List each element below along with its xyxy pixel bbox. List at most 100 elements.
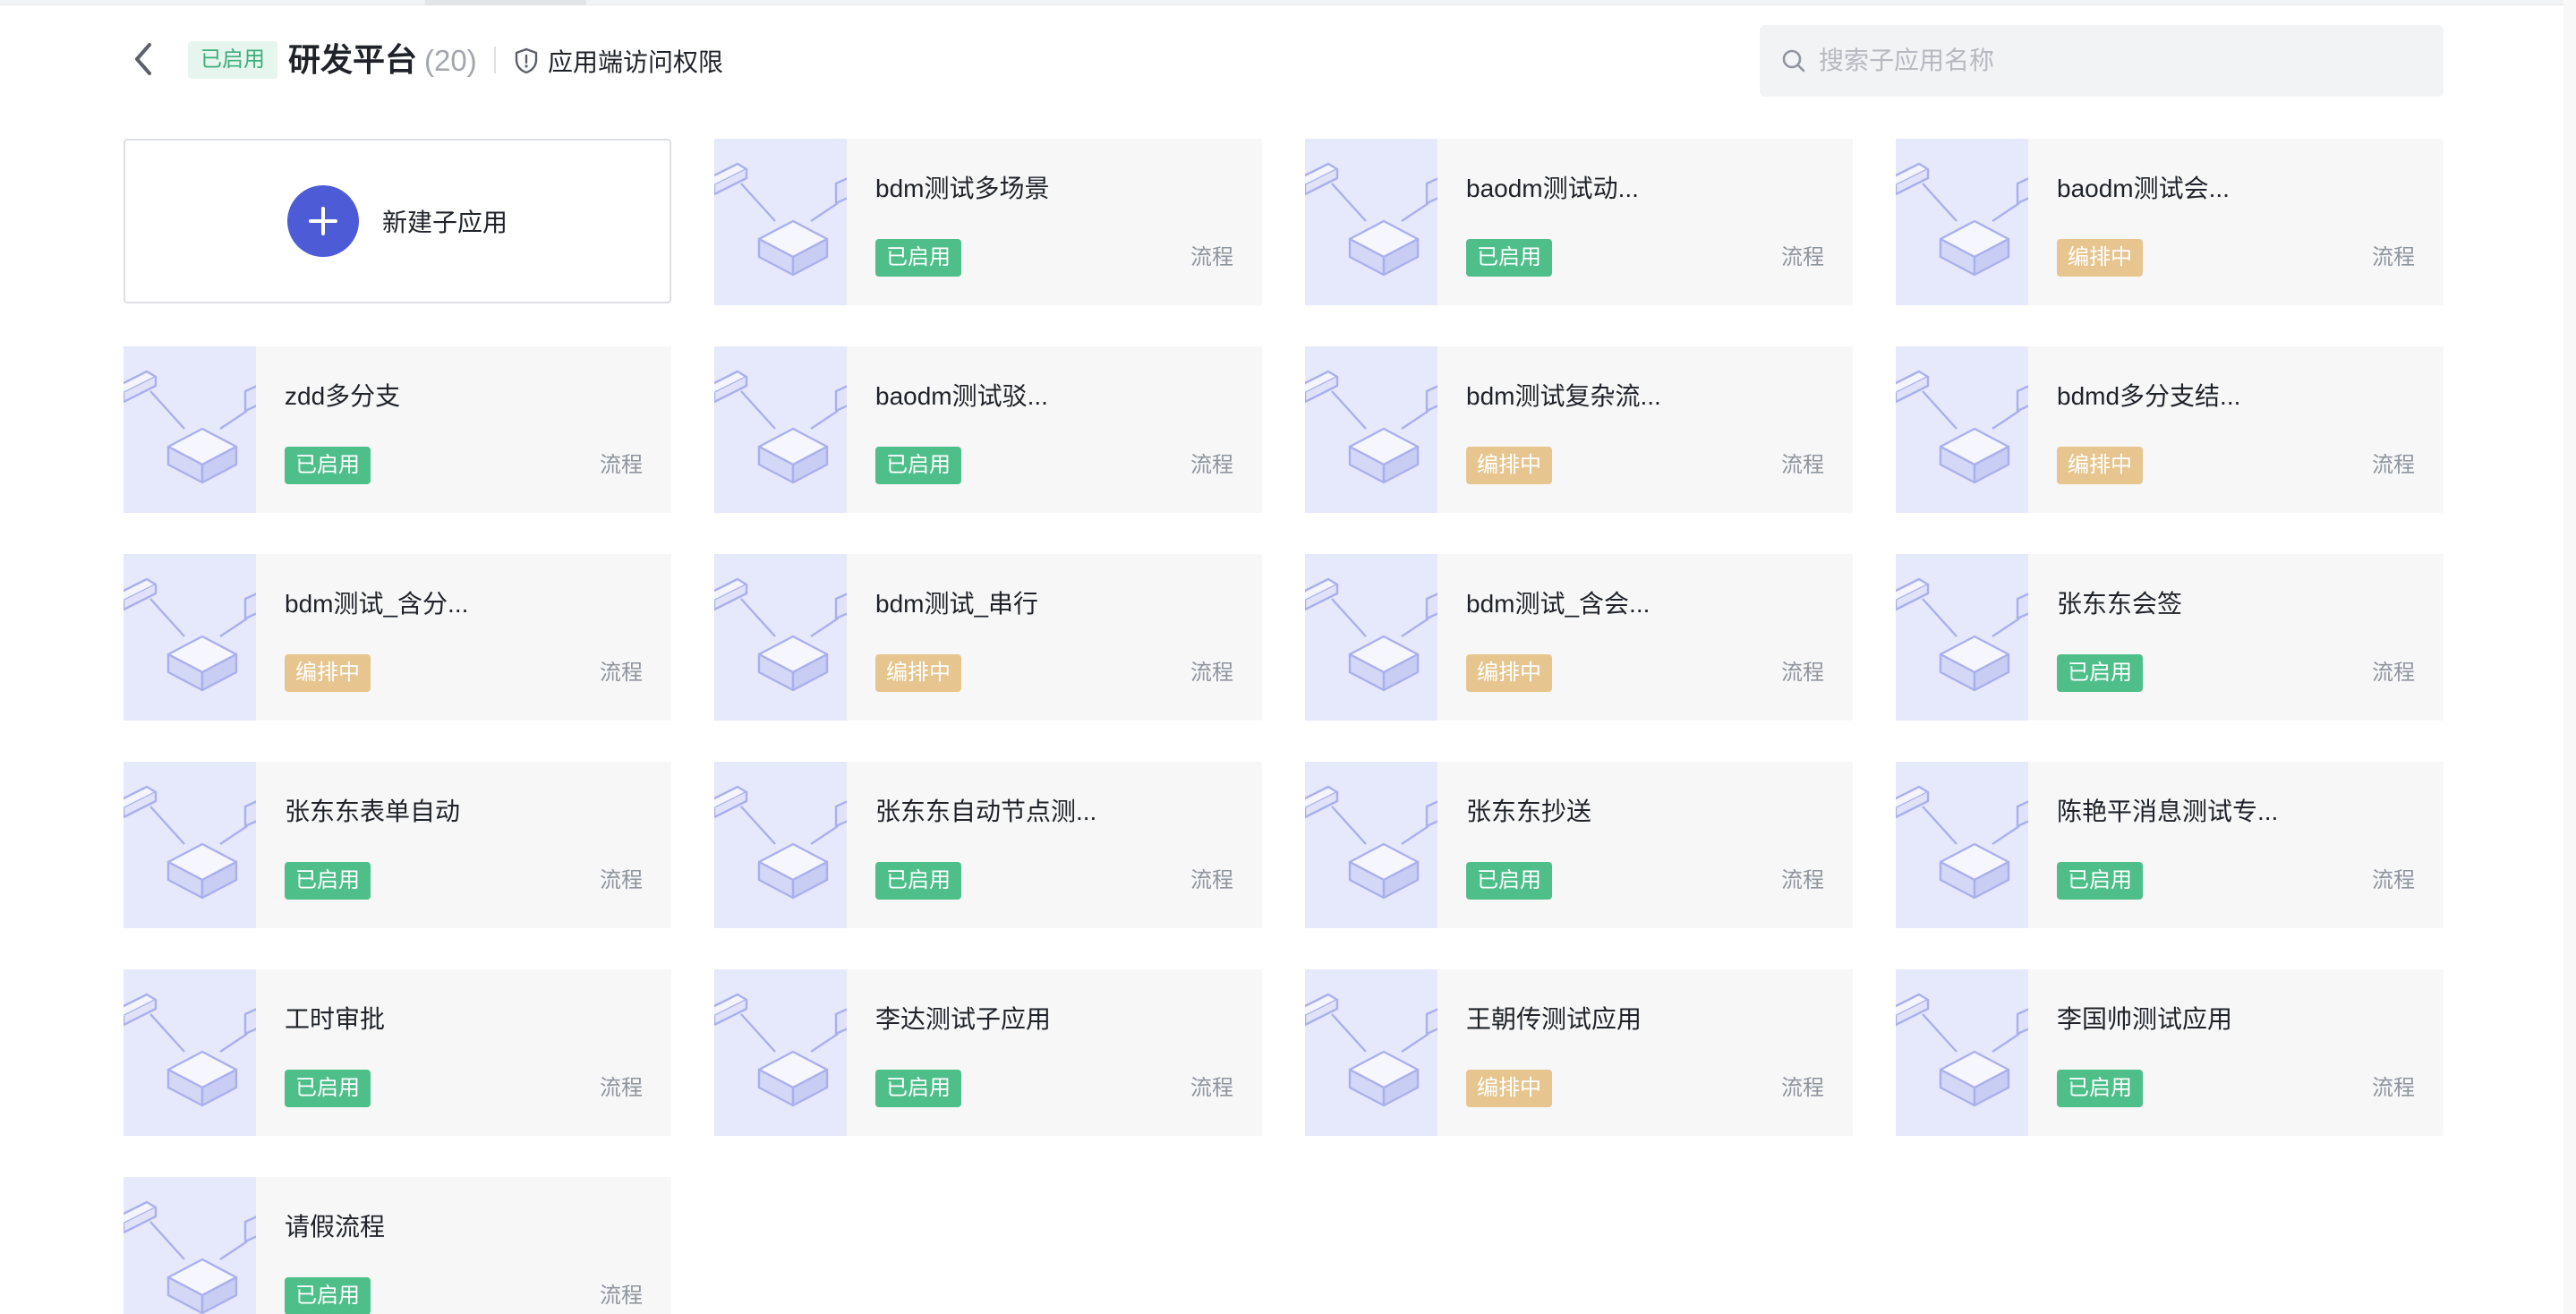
- flow-cube-icon: [714, 346, 847, 513]
- sub-app-card[interactable]: bdm测试多场景 已启用 流程: [714, 139, 1262, 305]
- sub-app-card[interactable]: 李国帅测试应用 已启用 流程: [1896, 969, 2444, 1136]
- sub-app-card[interactable]: 王朝传测试应用 编排中 流程: [1305, 969, 1853, 1136]
- sub-app-name: 张东东抄送: [1466, 798, 1592, 825]
- sub-app-name: bdm测试多场景: [875, 175, 1050, 202]
- sub-app-name: bdm测试_含分...: [285, 590, 469, 618]
- page-title: 研发平台 (20): [288, 34, 477, 87]
- chevron-left-icon: [135, 43, 151, 75]
- sub-app-card[interactable]: baodm测试驳... 已启用 流程: [714, 346, 1262, 513]
- flow-cube-icon: [1305, 762, 1437, 928]
- flow-cube-icon: [714, 762, 847, 928]
- sub-app-type: 流程: [1190, 1076, 1233, 1100]
- sub-app-card[interactable]: 请假流程 已启用 流程: [124, 1177, 671, 1314]
- sub-app-type: 流程: [1190, 453, 1233, 477]
- page-scrollbar[interactable]: [2563, 0, 2576, 1314]
- shield-icon: [515, 47, 538, 74]
- sub-app-name: zdd多分支: [285, 382, 401, 410]
- sub-app-card[interactable]: zdd多分支 已启用 流程: [124, 346, 671, 513]
- sub-app-status-badge: 已启用: [2057, 1070, 2143, 1107]
- sub-app-card[interactable]: 张东东抄送 已启用 流程: [1305, 762, 1853, 928]
- sub-app-status-badge: 已启用: [285, 1070, 371, 1107]
- sub-app-card[interactable]: baodm测试动... 已启用 流程: [1305, 139, 1853, 305]
- sub-app-card[interactable]: bdmd多分支结... 编排中 流程: [1896, 346, 2444, 513]
- flow-cube-icon: [1896, 139, 2028, 305]
- sub-app-type: 流程: [600, 868, 643, 892]
- flow-cube-icon: [1305, 554, 1437, 721]
- flow-cube-icon: [714, 554, 847, 721]
- search-box[interactable]: [1760, 25, 2444, 97]
- sub-app-name: 张东东会签: [2057, 590, 2183, 618]
- sub-app-type: 流程: [600, 1284, 643, 1308]
- sub-app-type: 流程: [2372, 245, 2415, 269]
- sub-app-card[interactable]: 工时审批 已启用 流程: [124, 969, 671, 1136]
- flow-cube-icon: [1896, 554, 2028, 721]
- sub-app-name: 李达测试子应用: [875, 1005, 1052, 1033]
- flow-cube-icon: [124, 1177, 256, 1314]
- sub-app-status-badge: 已启用: [875, 1070, 961, 1107]
- sub-app-status-badge: 已启用: [2057, 862, 2143, 900]
- sub-app-count: (20): [424, 44, 477, 77]
- sub-app-type: 流程: [2372, 453, 2415, 477]
- access-permission-link[interactable]: 应用端访问权限: [514, 36, 723, 86]
- platform-status-badge: 已启用: [188, 41, 277, 79]
- sub-app-type: 流程: [1781, 661, 1824, 685]
- sub-app-name: bdmd多分支结...: [2057, 382, 2241, 410]
- sub-app-card[interactable]: bdm测试_含分... 编排中 流程: [124, 554, 671, 721]
- sub-app-type: 流程: [600, 453, 643, 477]
- sub-app-card[interactable]: 李达测试子应用 已启用 流程: [714, 969, 1262, 1136]
- access-permission-label: 应用端访问权限: [548, 48, 724, 76]
- sub-app-card[interactable]: bdm测试复杂流... 编排中 流程: [1305, 346, 1853, 513]
- sub-app-name: 请假流程: [285, 1213, 386, 1241]
- sub-app-card[interactable]: bdm测试_串行 编排中 流程: [714, 554, 1262, 721]
- sub-app-type: 流程: [2372, 1076, 2415, 1100]
- flow-cube-icon: [714, 969, 847, 1136]
- search-input[interactable]: [1819, 47, 2392, 75]
- sub-app-status-badge: 编排中: [1466, 1070, 1552, 1107]
- flow-cube-icon: [1896, 969, 2028, 1136]
- sub-app-name: 张东东表单自动: [285, 798, 461, 825]
- sub-app-type: 流程: [2372, 661, 2415, 685]
- sub-app-status-badge: 已启用: [285, 447, 371, 484]
- page-title-text: 研发平台: [288, 41, 418, 78]
- sub-app-status-badge: 已启用: [285, 1277, 371, 1314]
- new-sub-app-button[interactable]: 新建子应用: [124, 139, 671, 303]
- sub-app-name: 李国帅测试应用: [2057, 1005, 2233, 1033]
- sub-app-card[interactable]: bdm测试_含会... 编排中 流程: [1305, 554, 1853, 721]
- plus-icon: [286, 185, 359, 257]
- sub-app-status-badge: 编排中: [875, 654, 961, 692]
- flow-cube-icon: [1896, 346, 2028, 513]
- sub-app-name: 张东东自动节点测...: [875, 798, 1097, 825]
- sub-app-status-badge: 已启用: [875, 447, 961, 484]
- sub-app-card[interactable]: 陈艳平消息测试专... 已启用 流程: [1896, 762, 2444, 928]
- flow-cube-icon: [714, 139, 847, 305]
- sub-app-status-badge: 编排中: [2057, 447, 2143, 484]
- sub-app-status-badge: 已启用: [1466, 862, 1552, 900]
- sub-app-status-badge: 已启用: [875, 239, 961, 277]
- flow-cube-icon: [124, 762, 256, 928]
- sub-app-card[interactable]: 张东东自动节点测... 已启用 流程: [714, 762, 1262, 928]
- sub-app-type: 流程: [1781, 1076, 1824, 1100]
- sub-app-name: 工时审批: [285, 1005, 386, 1033]
- flow-cube-icon: [124, 554, 256, 721]
- sub-app-name: bdm测试复杂流...: [1466, 382, 1661, 410]
- sub-app-name: baodm测试会...: [2057, 175, 2230, 202]
- sub-app-card[interactable]: 张东东会签 已启用 流程: [1896, 554, 2444, 721]
- flow-cube-icon: [1305, 969, 1437, 1136]
- sub-app-status-badge: 已启用: [875, 862, 961, 900]
- sub-app-type: 流程: [1190, 868, 1233, 892]
- sub-app-name: baodm测试驳...: [875, 382, 1048, 410]
- flow-cube-icon: [124, 346, 256, 513]
- sub-app-status-badge: 编排中: [285, 654, 371, 692]
- flow-cube-icon: [124, 969, 256, 1136]
- sub-app-card[interactable]: 张东东表单自动 已启用 流程: [124, 762, 671, 928]
- sub-app-status-badge: 已启用: [2057, 654, 2143, 692]
- flow-cube-icon: [1305, 139, 1437, 305]
- active-tab-indicator: [425, 0, 586, 5]
- sub-app-type: 流程: [1190, 245, 1233, 269]
- sub-app-card[interactable]: baodm测试会... 编排中 流程: [1896, 139, 2444, 305]
- back-button[interactable]: [124, 39, 163, 79]
- top-tab-strip: [0, 0, 2576, 5]
- sub-app-type: 流程: [1781, 245, 1824, 269]
- sub-app-status-badge: 编排中: [1466, 447, 1552, 484]
- sub-app-type: 流程: [1781, 453, 1824, 477]
